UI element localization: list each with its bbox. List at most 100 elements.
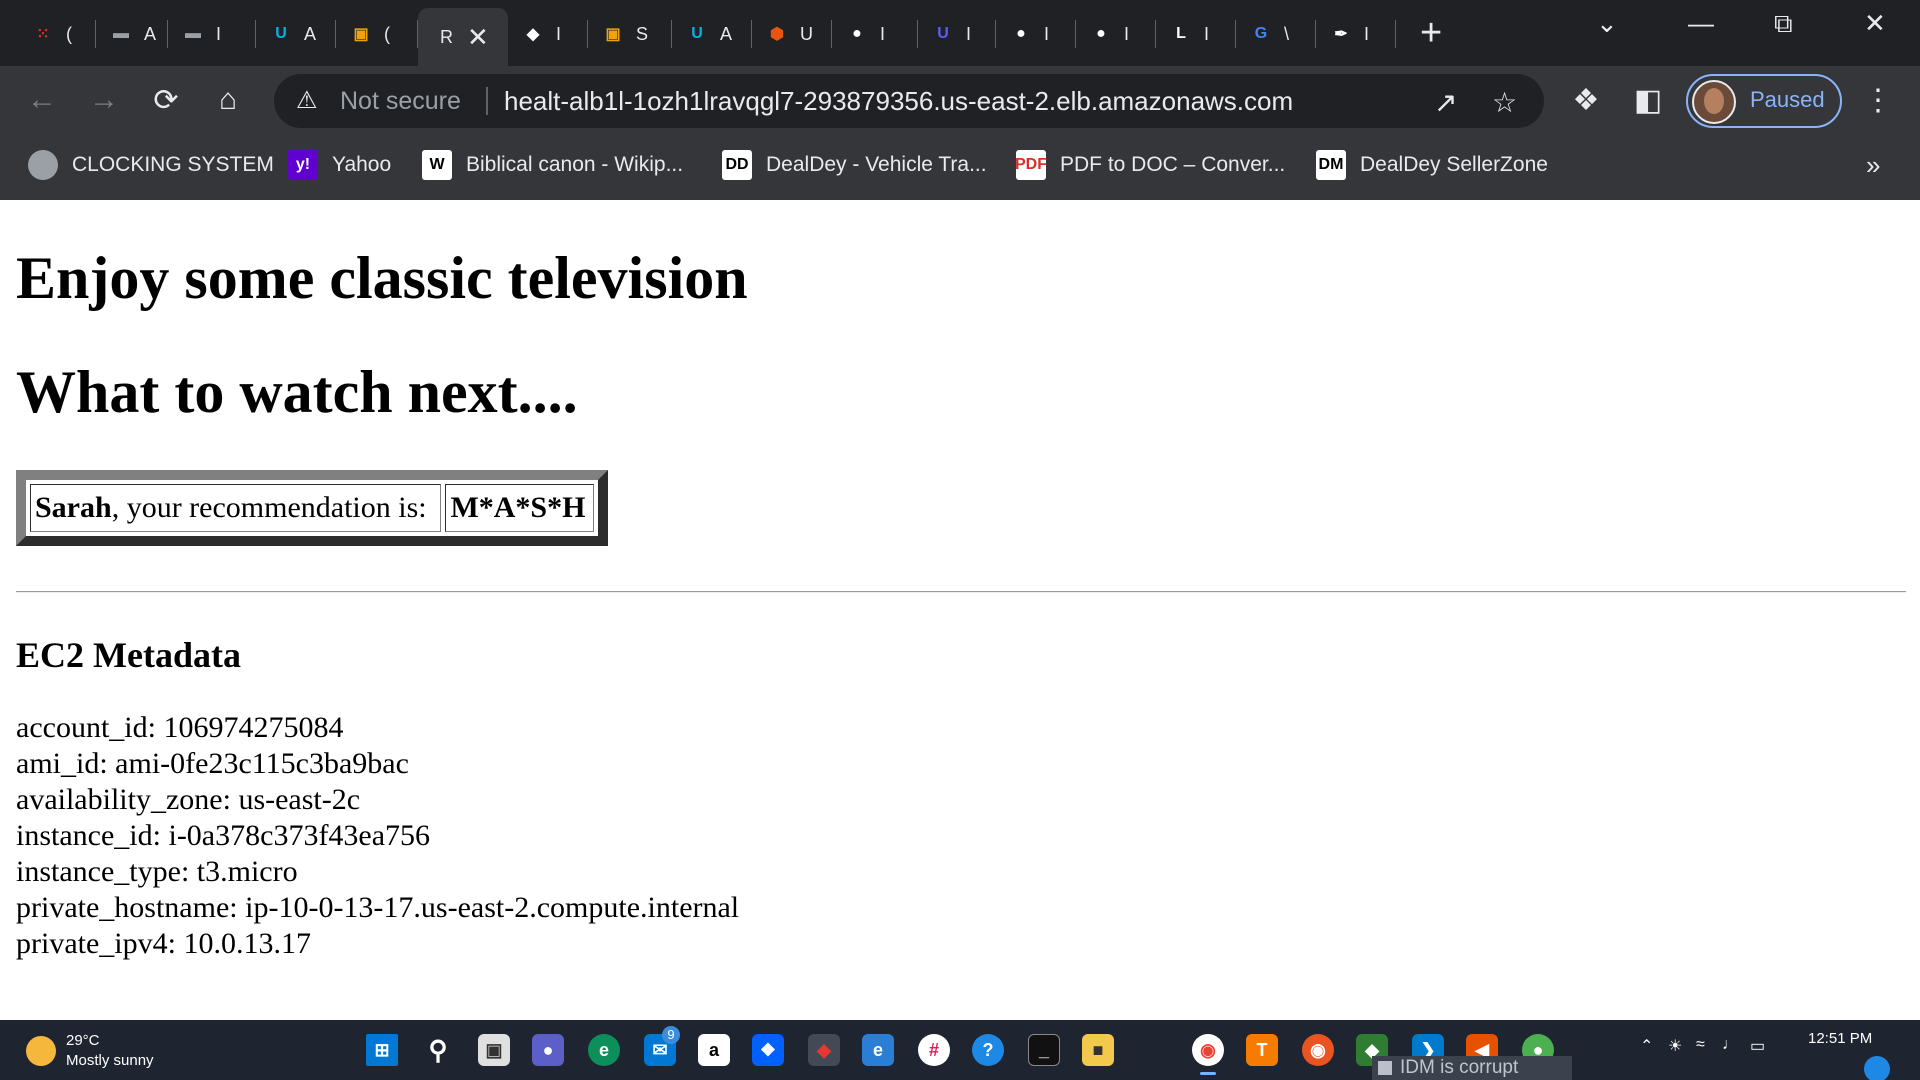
browser-tab[interactable]: G \ bbox=[1236, 12, 1316, 56]
extensions-puzzle-icon[interactable]: ❖ bbox=[1566, 80, 1606, 120]
metadata-separator: : bbox=[147, 711, 164, 744]
task-view-icon[interactable]: ▣ bbox=[478, 1034, 510, 1066]
minimize-button[interactable]: — bbox=[1688, 8, 1714, 39]
help-icon[interactable]: ? bbox=[972, 1034, 1004, 1066]
bookmark-item[interactable]: PDF PDF to DOC – Conver... bbox=[1015, 150, 1286, 180]
edge-icon[interactable]: e bbox=[588, 1034, 620, 1066]
tab-title: I bbox=[966, 23, 972, 44]
metadata-row: private_ipv4: 10.0.13.17 bbox=[16, 926, 739, 962]
metadata-key: account_id bbox=[16, 711, 148, 744]
forward-button[interactable]: → bbox=[84, 80, 124, 120]
metadata-list: account_id: 106974275084 ami_id: ami-0fe2… bbox=[16, 710, 739, 962]
wifi-icon[interactable]: ≈ bbox=[1696, 1036, 1705, 1054]
browser-tab[interactable]: ▣ S bbox=[588, 12, 672, 56]
browser-tab[interactable]: ⁙( bbox=[18, 12, 96, 56]
security-label[interactable]: Not secure bbox=[340, 87, 461, 116]
browser-tab[interactable]: ▣( bbox=[336, 12, 418, 56]
recommended-show: M*A*S*H bbox=[445, 484, 594, 532]
app-e-icon[interactable]: e bbox=[862, 1034, 894, 1066]
taskbar-clock[interactable]: 12:51 PM bbox=[1808, 1030, 1872, 1047]
bookmark-item[interactable]: W Biblical canon - Wikip... bbox=[422, 150, 683, 180]
sun-cloud-icon bbox=[26, 1036, 56, 1066]
tab-title: I bbox=[1204, 23, 1210, 44]
browser-tab[interactable]: ● I bbox=[832, 12, 918, 56]
browser-tab[interactable]: ● I bbox=[1076, 12, 1156, 56]
profile-button[interactable]: Paused bbox=[1686, 74, 1842, 128]
ubuntu-icon[interactable]: ◉ bbox=[1302, 1034, 1334, 1066]
bookmark-star-icon[interactable]: ☆ bbox=[1492, 86, 1517, 119]
bookmark-item[interactable]: DM DealDey SellerZone bbox=[1316, 150, 1548, 180]
bookmark-item[interactable]: CLOCKING SYSTEM bbox=[28, 150, 274, 180]
bookmark-item[interactable]: y! Yahoo bbox=[288, 150, 391, 180]
slack-icon[interactable]: # bbox=[918, 1034, 950, 1066]
file-explorer-icon[interactable]: ■ bbox=[1082, 1034, 1114, 1066]
browser-tab[interactable]: ✒ I bbox=[1316, 12, 1396, 56]
mail-badge: 9 bbox=[662, 1026, 680, 1044]
browser-tab[interactable]: ⬢ U bbox=[752, 12, 832, 56]
browser-tab[interactable]: ◆ I bbox=[508, 12, 588, 56]
udacity-icon: U bbox=[691, 25, 703, 42]
bookmark-label: PDF to DOC – Conver... bbox=[1060, 153, 1286, 176]
tab-title: I bbox=[1124, 23, 1130, 44]
reload-button[interactable]: ⟳ bbox=[146, 80, 186, 120]
browser-tab[interactable]: R ✕ bbox=[418, 8, 508, 66]
tab-title: R bbox=[440, 26, 453, 47]
browser-tab[interactable]: UA bbox=[256, 12, 336, 56]
shield-app-icon[interactable]: ◆ bbox=[808, 1034, 840, 1066]
browser-tab[interactable]: ● I bbox=[996, 12, 1076, 56]
restore-button[interactable]: ⧉ bbox=[1774, 8, 1793, 40]
tab-search-chevron-icon[interactable]: ⌄ bbox=[1596, 8, 1618, 39]
browser-tab[interactable]: UI bbox=[918, 12, 996, 56]
folder-icon: ▬ bbox=[185, 25, 201, 42]
metadata-row: instance_type: t3.micro bbox=[16, 854, 739, 890]
tab-title: A bbox=[304, 23, 317, 44]
yahoo-icon: y! bbox=[288, 150, 318, 180]
bookmark-label: CLOCKING SYSTEM bbox=[72, 153, 274, 176]
volume-icon[interactable]: ♩ bbox=[1722, 1036, 1738, 1054]
side-panel-icon[interactable]: ◧ bbox=[1628, 80, 1668, 120]
search-icon[interactable]: ⚲ bbox=[422, 1034, 454, 1066]
tray-chevron-icon[interactable]: ⌃ bbox=[1640, 1036, 1653, 1056]
aws-box-icon: ▣ bbox=[605, 26, 621, 43]
back-button[interactable]: ← bbox=[22, 80, 62, 120]
notification-badge-icon[interactable] bbox=[1864, 1056, 1890, 1080]
chrome-icon[interactable]: ◉ bbox=[1192, 1034, 1224, 1066]
metadata-key: instance_id bbox=[16, 819, 153, 852]
pdf-doc-icon: PDF bbox=[1015, 150, 1047, 180]
more-bookmarks-chevron-icon[interactable]: » bbox=[1866, 150, 1880, 181]
browser-tab[interactable]: ▬ I bbox=[168, 12, 256, 56]
close-tab-icon[interactable]: ✕ bbox=[467, 22, 489, 53]
teams-chat-icon[interactable]: ● bbox=[532, 1034, 564, 1066]
idm-notification[interactable]: IDM is corrupt bbox=[1372, 1056, 1572, 1080]
close-window-button[interactable]: ✕ bbox=[1864, 8, 1886, 39]
amazon-icon[interactable]: a bbox=[698, 1034, 730, 1066]
metadata-row: private_hostname: ip-10-0-13-17.us-east-… bbox=[16, 890, 739, 926]
network-icon[interactable]: ☀ bbox=[1668, 1036, 1682, 1056]
bookmark-label: DealDey - Vehicle Tra... bbox=[766, 153, 987, 176]
address-divider bbox=[486, 87, 488, 115]
address-bar[interactable]: ⚠ Not secure healt-alb1l-1ozh1lravqgl7-2… bbox=[274, 74, 1544, 128]
dealdey-icon: DD bbox=[722, 150, 752, 180]
share-icon[interactable]: ↗ bbox=[1434, 86, 1457, 119]
browser-tab[interactable]: ▬ A bbox=[96, 12, 168, 56]
dealdey-icon: DM bbox=[1316, 150, 1346, 180]
start-windows-icon[interactable]: ⊞ bbox=[366, 1034, 398, 1066]
bookmarks-bar: CLOCKING SYSTEM y! Yahoo W Biblical canon - … bbox=[0, 136, 1920, 200]
browser-tab[interactable]: LI bbox=[1156, 12, 1236, 56]
metadata-row: ami_id: ami-0fe23c115c3ba9bac bbox=[16, 746, 739, 782]
terminal-icon[interactable]: _ bbox=[1028, 1034, 1060, 1066]
warning-triangle-icon[interactable]: ⚠ bbox=[296, 86, 318, 115]
new-tab-button[interactable]: + bbox=[1420, 12, 1442, 55]
dropbox-icon[interactable]: ❖ bbox=[752, 1034, 784, 1066]
tensorflow-icon[interactable]: T bbox=[1246, 1034, 1278, 1066]
metadata-separator: : bbox=[222, 783, 239, 816]
metadata-heading: EC2 Metadata bbox=[16, 635, 241, 675]
graduation-cap-icon: ◆ bbox=[526, 26, 540, 43]
url-text[interactable]: healt-alb1l-1ozh1lravqgl7-293879356.us-e… bbox=[504, 86, 1293, 117]
menu-kebab-icon[interactable]: ⋮ bbox=[1858, 80, 1898, 120]
battery-icon[interactable]: ▭ bbox=[1750, 1036, 1765, 1056]
bookmark-item[interactable]: DD DealDey - Vehicle Tra... bbox=[722, 150, 987, 180]
home-button[interactable]: ⌂ bbox=[208, 80, 248, 120]
browser-tab[interactable]: UA bbox=[672, 12, 752, 56]
tab-title: ( bbox=[66, 23, 72, 44]
